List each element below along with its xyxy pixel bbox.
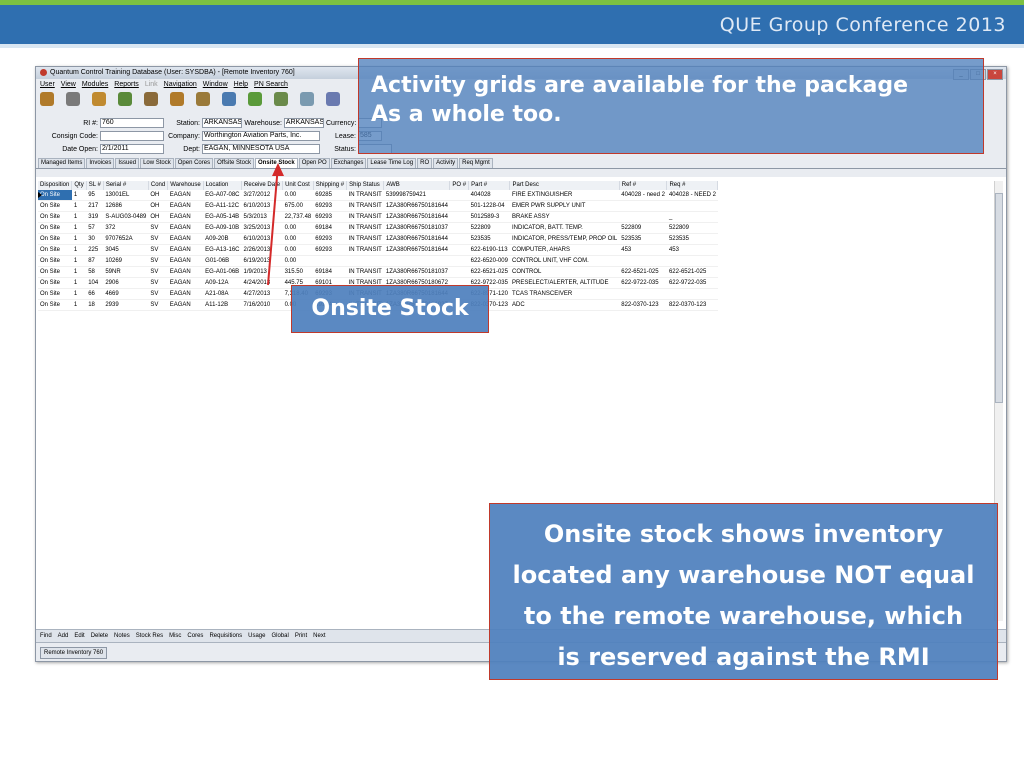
arrow-head xyxy=(272,163,284,176)
pointer-arrow xyxy=(267,163,284,286)
arrow-line xyxy=(267,164,279,286)
